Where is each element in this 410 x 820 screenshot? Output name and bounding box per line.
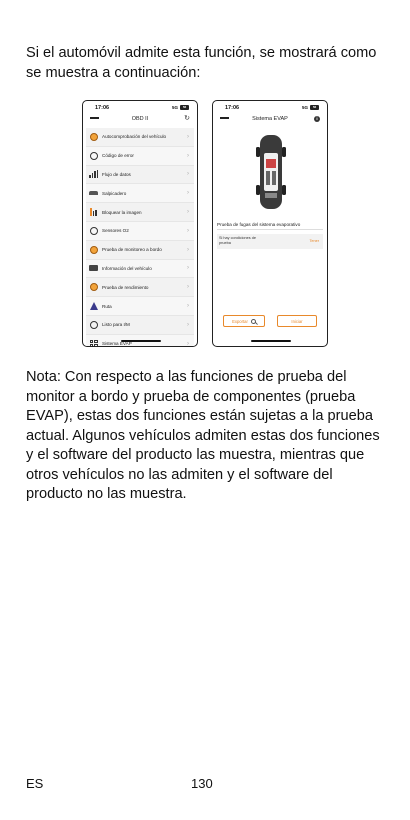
onboard-monitor-icon	[89, 245, 98, 254]
note-paragraph: Nota: Con respecto a las funciones de pr…	[26, 369, 380, 502]
error-code-icon	[89, 151, 98, 160]
screen-title: OBD II	[131, 116, 149, 122]
status-bar: 17:06 5G 56	[83, 105, 197, 113]
chevron-right-icon: ›	[187, 246, 189, 253]
menu-item-label: Prueba de rendimiento	[102, 284, 149, 290]
evap-section-title: Prueba de fugas del sistema evaporativo	[217, 222, 323, 230]
menu-item-label: Prueba de monitoreo a bordo	[102, 247, 162, 253]
menu-item[interactable]: Sensores O2 ›	[86, 221, 194, 241]
menu-item[interactable]: Información del vehículo ›	[86, 259, 194, 279]
home-indicator	[251, 340, 291, 342]
menu-item-label: Salpicadero	[102, 190, 127, 196]
chevron-right-icon: ›	[187, 209, 189, 216]
menu-item[interactable]: Prueba de monitoreo a bordo ›	[86, 240, 194, 260]
chevron-right-icon: ›	[187, 265, 189, 272]
chevron-right-icon: ›	[187, 171, 189, 178]
phone-screenshot-evap: 17:06 5G 56 Sistema EVAP i Prueba de fug…	[212, 100, 328, 347]
menu-item[interactable]: Autocomprobación del vehículo ›	[86, 128, 194, 147]
menu-item-label: Código de error	[102, 153, 134, 159]
nav-bar: OBD II ↻	[83, 114, 197, 125]
evap-icon	[89, 339, 98, 346]
chevron-right-icon: ›	[187, 152, 189, 159]
menu-item[interactable]: Salpicadero ›	[86, 184, 194, 204]
menu-item-label: Ruta	[102, 303, 112, 309]
menu-item-label: Información del vehículo	[102, 265, 152, 271]
refresh-icon[interactable]: ↻	[184, 115, 190, 122]
menu-item-label: Flujo de datos	[102, 171, 131, 177]
o2-sensor-icon	[89, 226, 98, 235]
menu-item-label: Bloquear la imagen	[102, 209, 142, 215]
page-number: 130	[191, 776, 213, 791]
signal-indicator: 5G 56	[172, 105, 189, 110]
chevron-right-icon: ›	[187, 133, 189, 140]
footer-language: ES	[26, 776, 44, 791]
status-bar: 17:06 5G 56	[213, 105, 327, 113]
status-time: 17:06	[95, 105, 110, 111]
menu-item[interactable]: Flujo de datos ›	[86, 165, 194, 185]
nav-bar: Sistema EVAP i	[213, 114, 327, 125]
menu-item[interactable]: Prueba de rendimiento ›	[86, 278, 194, 298]
menu-item-label: Listo para I/M	[102, 322, 130, 328]
vehicle-info-icon	[89, 264, 98, 273]
im-readiness-icon	[89, 320, 98, 329]
chevron-right-icon: ›	[187, 227, 189, 234]
menu-item-label: Autocomprobación del vehículo	[102, 134, 167, 140]
test-condition-row: Si hay condiciones de prueba Tener	[217, 234, 323, 249]
menu-item-label: Sensores O2	[102, 228, 129, 234]
data-stream-icon	[89, 170, 98, 179]
test-condition-label: Si hay condiciones de prueba	[219, 236, 256, 245]
battery-icon: 56	[310, 105, 319, 110]
chevron-right-icon: ›	[187, 190, 189, 197]
self-check-icon	[89, 132, 98, 141]
menu-item[interactable]: Listo para I/M ›	[86, 315, 194, 335]
home-indicator	[121, 340, 161, 342]
chevron-right-icon: ›	[187, 321, 189, 328]
menu-item[interactable]: Código de error ›	[86, 146, 194, 166]
status-time: 17:06	[225, 105, 240, 111]
export-button[interactable]: Exportar	[223, 315, 265, 327]
info-icon[interactable]: i	[314, 115, 320, 122]
menu-item[interactable]: Bloquear la imagen ›	[86, 203, 194, 222]
network-label: 5G	[301, 105, 308, 110]
chevron-right-icon: ›	[187, 340, 189, 347]
phone-screenshot-obd-menu: 17:06 5G 56 OBD II ↻ Autocomprobación de…	[82, 100, 198, 347]
chevron-right-icon: ›	[187, 284, 189, 291]
magnifier-icon	[250, 318, 256, 324]
screen-title: Sistema EVAP	[252, 116, 288, 122]
start-label: Iniciar	[291, 318, 303, 324]
network-label: 5G	[171, 105, 178, 110]
export-label: Exportar	[232, 318, 248, 324]
start-button[interactable]: Iniciar	[277, 315, 317, 327]
freeze-frame-icon	[89, 208, 98, 217]
obd-menu-list: Autocomprobación del vehículo › Código de …	[86, 128, 194, 347]
battery-icon: 56	[180, 105, 189, 110]
car-top-view-image	[251, 133, 291, 211]
signal-indicator: 5G 56	[302, 105, 319, 110]
test-condition-value: Tener	[309, 239, 320, 243]
dashboard-icon	[89, 189, 98, 198]
menu-item[interactable]: Ruta ›	[86, 297, 194, 316]
performance-icon	[89, 283, 98, 292]
intro-paragraph: Si el automóvil admite esta función, se …	[26, 45, 377, 81]
chevron-right-icon: ›	[187, 303, 189, 310]
route-icon	[89, 302, 98, 311]
